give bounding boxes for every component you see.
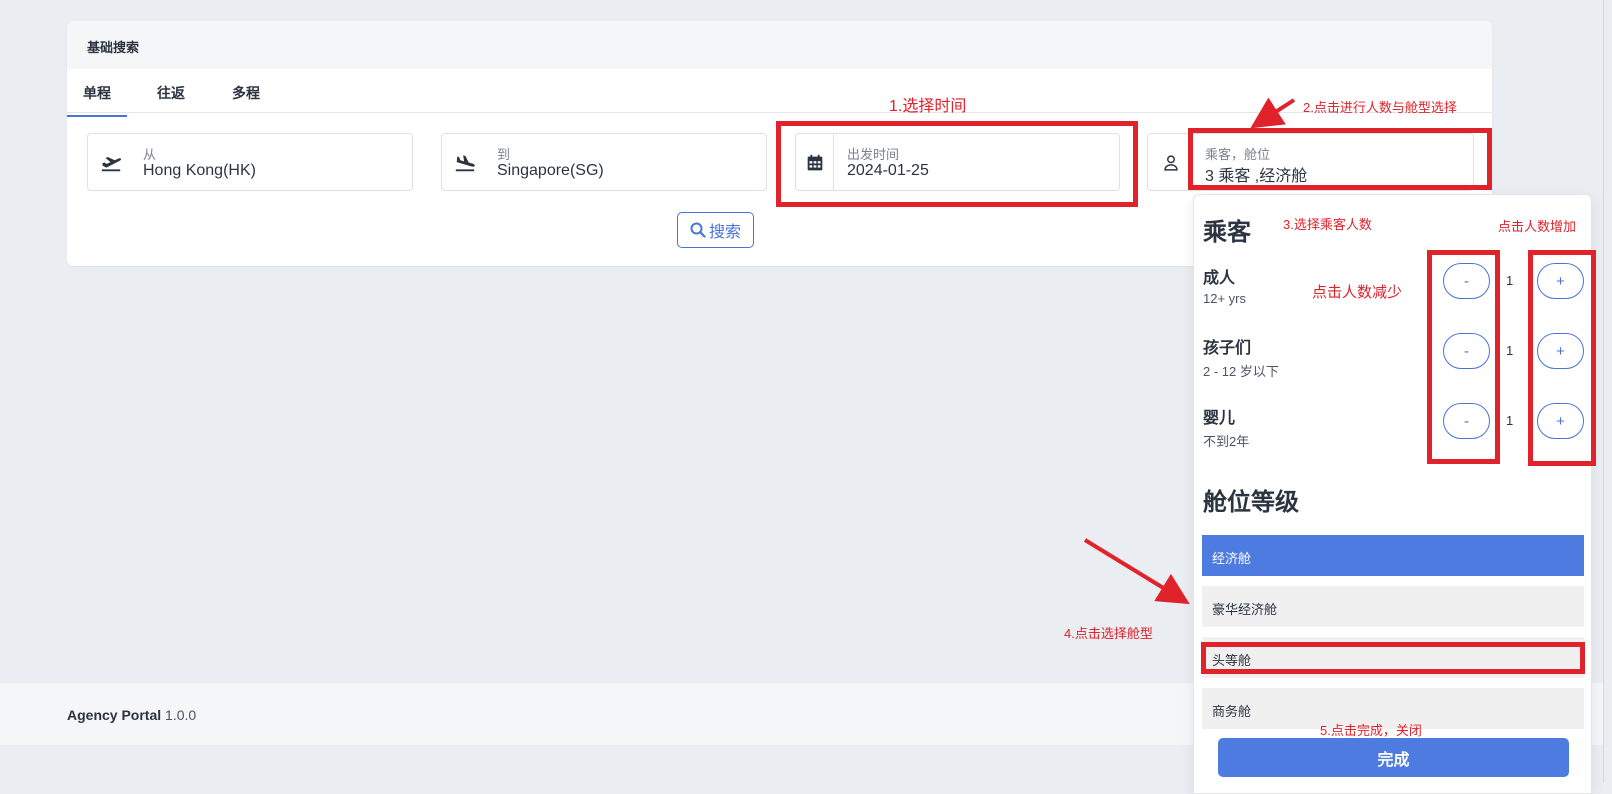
infant-age-note: 不到2年 [1203,434,1250,449]
card-header: 基础搜索 [67,21,1492,69]
trip-type-tabs: 单程 往返 多程 [67,69,1492,117]
to-field[interactable]: 到 Singapore(SG) [441,133,767,191]
child-count: 1 [1506,343,1514,358]
user-icon [1164,155,1178,171]
tab-round-trip[interactable]: 往返 [157,83,185,103]
adult-age-note: 12+ yrs [1203,291,1246,306]
annotation-box-decrease [1427,250,1500,464]
from-value: Hong Kong(HK) [143,162,256,179]
cabin-option-premium-economy[interactable]: 豪华经济舱 [1202,586,1584,627]
annotation-increase: 点击人数增加 [1498,219,1577,234]
tab-one-way[interactable]: 单程 [67,83,127,117]
from-caption: 从 [143,147,157,162]
plane-takeoff-icon [101,157,122,172]
child-label: 孩子们 [1203,340,1252,357]
annotation-step1: 1.选择时间 [889,98,967,115]
arrow-to-cabin-options [1083,538,1190,605]
search-button[interactable]: 搜索 [677,212,754,248]
cabin-class-title: 舱位等级 [1203,489,1299,516]
annotation-step3: 3.选择乘客人数 [1283,217,1372,232]
footer-app-name: Agency Portal [67,707,162,723]
plane-landing-icon [455,155,475,172]
infant-count: 1 [1506,413,1514,428]
child-age-note: 2 - 12 岁以下 [1203,364,1279,379]
footer-text: Agency Portal 1.0.0 [67,707,196,723]
to-caption: 到 [497,147,511,162]
cabin-option-economy[interactable]: 经济舱 [1202,535,1584,576]
search-icon [690,222,706,238]
annotation-step4: 4.点击选择舱型 [1064,626,1153,641]
to-value: Singapore(SG) [497,162,604,179]
annotation-box-passengers [1188,128,1492,190]
footer-version: 1.0.0 [165,707,197,723]
annotation-step5: 5.点击完成，关闭 [1320,723,1422,738]
page-scrollbar[interactable] [1603,0,1612,783]
adult-count: 1 [1506,273,1514,288]
annotation-box-first-class [1201,642,1585,674]
annotation-step2: 2.点击进行人数与舱型选择 [1303,100,1457,115]
adult-label: 成人 [1203,270,1236,287]
done-button[interactable]: 完成 [1218,738,1569,777]
from-field[interactable]: 从 Hong Kong(HK) [87,133,413,191]
annotation-box-increase [1528,250,1596,466]
passengers-section-title: 乘客 [1203,219,1251,246]
annotation-box-date [776,121,1138,207]
search-button-label: 搜索 [708,224,741,241]
infant-label: 婴儿 [1203,410,1236,427]
tab-multi-city[interactable]: 多程 [232,83,260,103]
annotation-decrease: 点击人数减少 [1312,284,1403,301]
